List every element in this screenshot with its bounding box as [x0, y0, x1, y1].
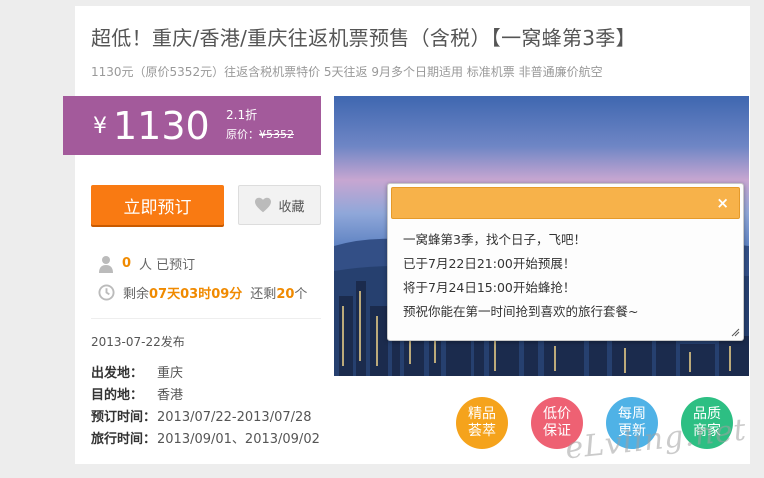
detail-departure: 出发地： 重庆: [91, 362, 183, 381]
detail-label: 预订时间：: [91, 410, 157, 425]
detail-value: 2013/09/01、2013/09/02: [157, 432, 320, 447]
left-prefix: 还剩: [250, 287, 277, 302]
resize-handle-icon[interactable]: [730, 327, 740, 337]
publish-date: 2013-07-22发布: [91, 335, 185, 349]
favorite-button[interactable]: 收藏: [238, 185, 321, 225]
heart-icon: [255, 197, 272, 213]
person-icon: [99, 255, 113, 273]
badge-line: 精品: [468, 406, 496, 422]
detail-travel-time: 旅行时间：2013/09/01、2013/09/02: [91, 428, 320, 447]
current-price: ¥1130: [93, 105, 210, 148]
badge-quality-selection: 精品 荟萃: [456, 397, 508, 449]
countdown-row: 剩余07天03时09分 还剩20个: [98, 283, 307, 302]
original-price-value: ¥5352: [259, 128, 294, 141]
remaining-prefix: 剩余: [123, 287, 150, 302]
detail-booking-time: 预订时间：2013/07/22-2013/07/28: [91, 406, 312, 425]
price-amount: 1130: [113, 104, 210, 148]
detail-value: 香港: [157, 388, 184, 403]
detail-value: 重庆: [157, 366, 184, 381]
badge-line: 低价: [543, 406, 571, 422]
price-box: ¥1130 2.1折 原价：¥5352: [63, 96, 321, 155]
detail-label: 出发地：: [91, 366, 144, 381]
divider: [91, 318, 321, 319]
book-now-button[interactable]: 立即预订: [91, 185, 224, 225]
page-title: 超低！重庆/香港/重庆往返机票预售（含税）【一窝蜂第3季】: [91, 26, 636, 50]
left-suffix: 个: [294, 287, 308, 302]
popup-line: 将于7月24日15:00开始蜂抢！: [403, 280, 576, 295]
booked-count-row: 0 人 已预订: [98, 254, 195, 273]
detail-label: 目的地：: [91, 388, 144, 403]
popup-message: 一窝蜂第3季，找个日子，飞吧！ 已于7月22日21:00开始预展！ 将于7月24…: [403, 228, 638, 324]
currency-symbol: ¥: [93, 114, 107, 139]
discount-label: 2.1折: [226, 108, 258, 122]
detail-label: 旅行时间：: [91, 432, 157, 447]
page-subtitle: 1130元（原价5352元）往返含税机票特价 5天往返 9月多个日期适用 标准机…: [91, 65, 603, 79]
badge-line: 每周: [618, 406, 646, 422]
clock-icon: [98, 284, 115, 301]
left-count: 20: [276, 287, 295, 302]
remaining-time: 07天03时09分: [149, 287, 243, 302]
popup-line: 已于7月22日21:00开始预展！: [403, 256, 576, 271]
popup-header: ×: [391, 187, 740, 219]
booked-count: 0: [122, 256, 132, 271]
badge-line: 荟萃: [468, 423, 496, 439]
detail-value: 2013/07/22-2013/07/28: [157, 410, 312, 425]
original-price: 原价：¥5352: [226, 126, 294, 142]
popup-line: 一窝蜂第3季，找个日子，飞吧！: [403, 232, 586, 247]
original-price-label: 原价：: [226, 128, 259, 141]
announcement-popup: × 一窝蜂第3季，找个日子，飞吧！ 已于7月22日21:00开始预展！ 将于7月…: [387, 183, 744, 341]
close-icon[interactable]: ×: [716, 194, 729, 212]
booked-suffix: 人 已预订: [139, 258, 196, 273]
favorite-label: 收藏: [278, 199, 305, 215]
detail-destination: 目的地： 香港: [91, 384, 183, 403]
popup-line: 预祝你能在第一时间抢到喜欢的旅行套餐~: [403, 304, 639, 319]
